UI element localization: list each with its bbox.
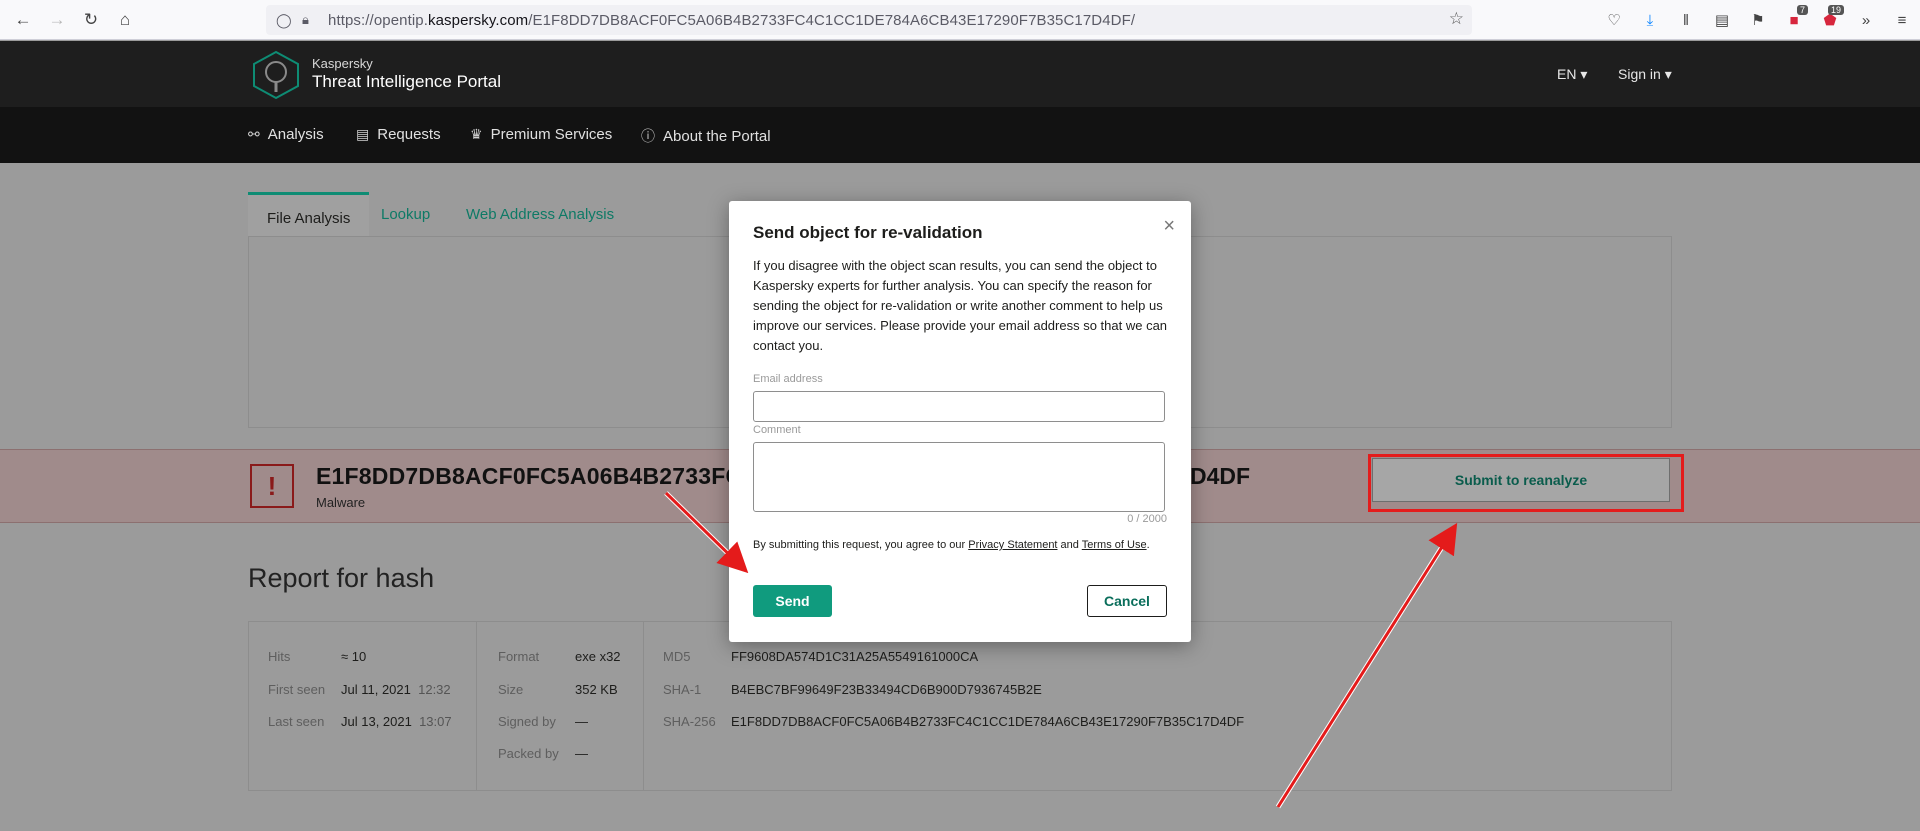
first-seen-date: Jul 11, 2021	[341, 682, 411, 697]
brand-name: Kaspersky	[312, 56, 373, 71]
nav-premium-services[interactable]: ♛ Premium Services	[470, 126, 612, 143]
hits-label: Hits	[268, 649, 291, 664]
requests-icon: ▤	[356, 126, 370, 142]
menu-icon[interactable]: ≡	[1884, 0, 1920, 40]
legal-notice: By submitting this request, you agree to…	[753, 539, 1167, 552]
warning-icon: !	[250, 464, 294, 508]
first-seen-label: First seen	[268, 682, 326, 697]
format-label: Format	[498, 649, 540, 664]
revalidation-dialog: Send object for re-validation × If you d…	[729, 201, 1191, 642]
format-value: exe x32	[575, 649, 621, 664]
verdict-label: Malware	[316, 495, 366, 510]
dialog-title: Send object for re-validation	[753, 223, 983, 242]
hash-title-tail: D4DF	[1190, 463, 1251, 489]
address-bar[interactable]: ◯ 🔒︎ https://opentip.kaspersky.com/E1F8D…	[266, 5, 1472, 35]
bookmark-star-icon[interactable]: ☆	[1449, 9, 1464, 29]
analysis-icon: ⚯	[248, 126, 260, 142]
email-field[interactable]	[753, 391, 1165, 422]
portal-name: Threat Intelligence Portal	[312, 72, 501, 91]
nav-label: Analysis	[267, 126, 324, 143]
last-seen-date: Jul 13, 2021	[341, 714, 412, 729]
toolbar-icons: ♡ ⤓ ‖ ▤ ⚑ ■ 7 ⬟ 19 » ≡	[1596, 0, 1920, 40]
tab-lookup[interactable]: Lookup	[381, 192, 430, 236]
last-seen-label: Last seen	[268, 714, 325, 729]
close-icon[interactable]: ×	[1163, 215, 1175, 238]
size-label: Size	[498, 682, 524, 697]
language-selector[interactable]: EN ▾	[1557, 66, 1587, 83]
sha256-label: SHA-256	[663, 714, 716, 729]
report-title: Report for hash	[248, 563, 435, 593]
reader-view-icon[interactable]: ▤	[1704, 0, 1740, 40]
last-seen-value: Jul 13, 2021 13:07	[341, 714, 452, 729]
ublock-icon[interactable]: ⬟ 19	[1812, 0, 1848, 40]
character-counter: 0 / 2000	[1127, 513, 1167, 525]
info-icon: ⓘ	[641, 128, 655, 144]
nav-requests[interactable]: ▤ Requests	[356, 126, 441, 143]
first-seen-value: Jul 11, 2021 12:32	[341, 682, 451, 697]
tab-file-analysis[interactable]: File Analysis	[248, 192, 370, 236]
back-icon[interactable]: ←	[8, 5, 38, 35]
forward-icon[interactable]: →	[42, 5, 72, 35]
ublock-badge: 19	[1827, 5, 1844, 15]
library-icon[interactable]: ‖	[1668, 0, 1704, 40]
first-seen-time: 12:32	[418, 682, 451, 697]
report-stats-panel	[248, 621, 1672, 791]
tracking-shield-icon[interactable]: ◯	[276, 12, 294, 29]
downloads-icon[interactable]: ⤓	[1632, 0, 1668, 40]
kaspersky-logo-icon[interactable]	[250, 50, 302, 100]
packed-by-value: —	[575, 746, 588, 761]
pocket-icon[interactable]: ♡	[1596, 0, 1632, 40]
size-value: 352 KB	[575, 682, 618, 697]
md5-label: MD5	[663, 649, 691, 664]
packed-by-label: Packed by	[498, 746, 559, 761]
last-seen-time: 13:07	[419, 714, 452, 729]
column-divider	[476, 621, 477, 791]
signed-by-label: Signed by	[498, 714, 556, 729]
nav-label: Requests	[377, 126, 441, 143]
url-text: https://opentip.kaspersky.com/E1F8DD7DB8…	[328, 11, 1136, 29]
nav-label: About the Portal	[663, 127, 771, 145]
legal-text: .	[1146, 539, 1150, 551]
nav-label: Premium Services	[490, 126, 613, 143]
cancel-button[interactable]: Cancel	[1087, 585, 1167, 617]
extension-red-icon[interactable]: ■ 7	[1776, 0, 1812, 40]
home-icon[interactable]: ⌂	[110, 5, 140, 35]
hash-title: E1F8DD7DB8ACF0FC5A06B4B2733FC	[316, 463, 743, 489]
comment-field[interactable]	[753, 442, 1165, 512]
nav-about-portal[interactable]: ⓘ About the Portal	[641, 126, 771, 146]
terms-of-use-link[interactable]: Terms of Use	[1082, 539, 1147, 551]
signed-by-value: —	[575, 714, 588, 729]
column-divider	[643, 621, 644, 791]
reload-icon[interactable]: ↻	[76, 5, 106, 35]
legal-text: and	[1057, 539, 1082, 551]
extension-icon[interactable]: ⚑	[1740, 0, 1776, 40]
extension-badge: 7	[1796, 5, 1808, 15]
tab-web-address-analysis[interactable]: Web Address Analysis	[466, 192, 614, 236]
annotation-highlight-box	[1368, 454, 1684, 512]
md5-value: FF9608DA574D1C31A25A5549161000CA	[731, 649, 979, 664]
sha256-value: E1F8DD7DB8ACF0FC5A06B4B2733FC4C1CC1DE784…	[731, 714, 1245, 729]
nav-analysis[interactable]: ⚯ Analysis	[248, 126, 324, 143]
email-label: Email address	[753, 373, 823, 385]
sha1-label: SHA-1	[663, 682, 702, 697]
crown-icon: ♛	[470, 126, 483, 142]
hits-value: ≈ 10	[341, 649, 367, 664]
comment-label: Comment	[753, 424, 801, 436]
lock-icon[interactable]: 🔒︎	[302, 12, 320, 28]
send-button[interactable]: Send	[753, 585, 832, 617]
sign-in-menu[interactable]: Sign in ▾	[1618, 66, 1672, 83]
privacy-statement-link[interactable]: Privacy Statement	[968, 539, 1057, 551]
overflow-icon[interactable]: »	[1848, 0, 1884, 40]
legal-text: By submitting this request, you agree to…	[753, 539, 969, 551]
sha1-value: B4EBC7BF99649F23B33494CD6B900D7936745B2E	[731, 682, 1042, 697]
dialog-description: If you disagree with the object scan res…	[753, 258, 1168, 353]
